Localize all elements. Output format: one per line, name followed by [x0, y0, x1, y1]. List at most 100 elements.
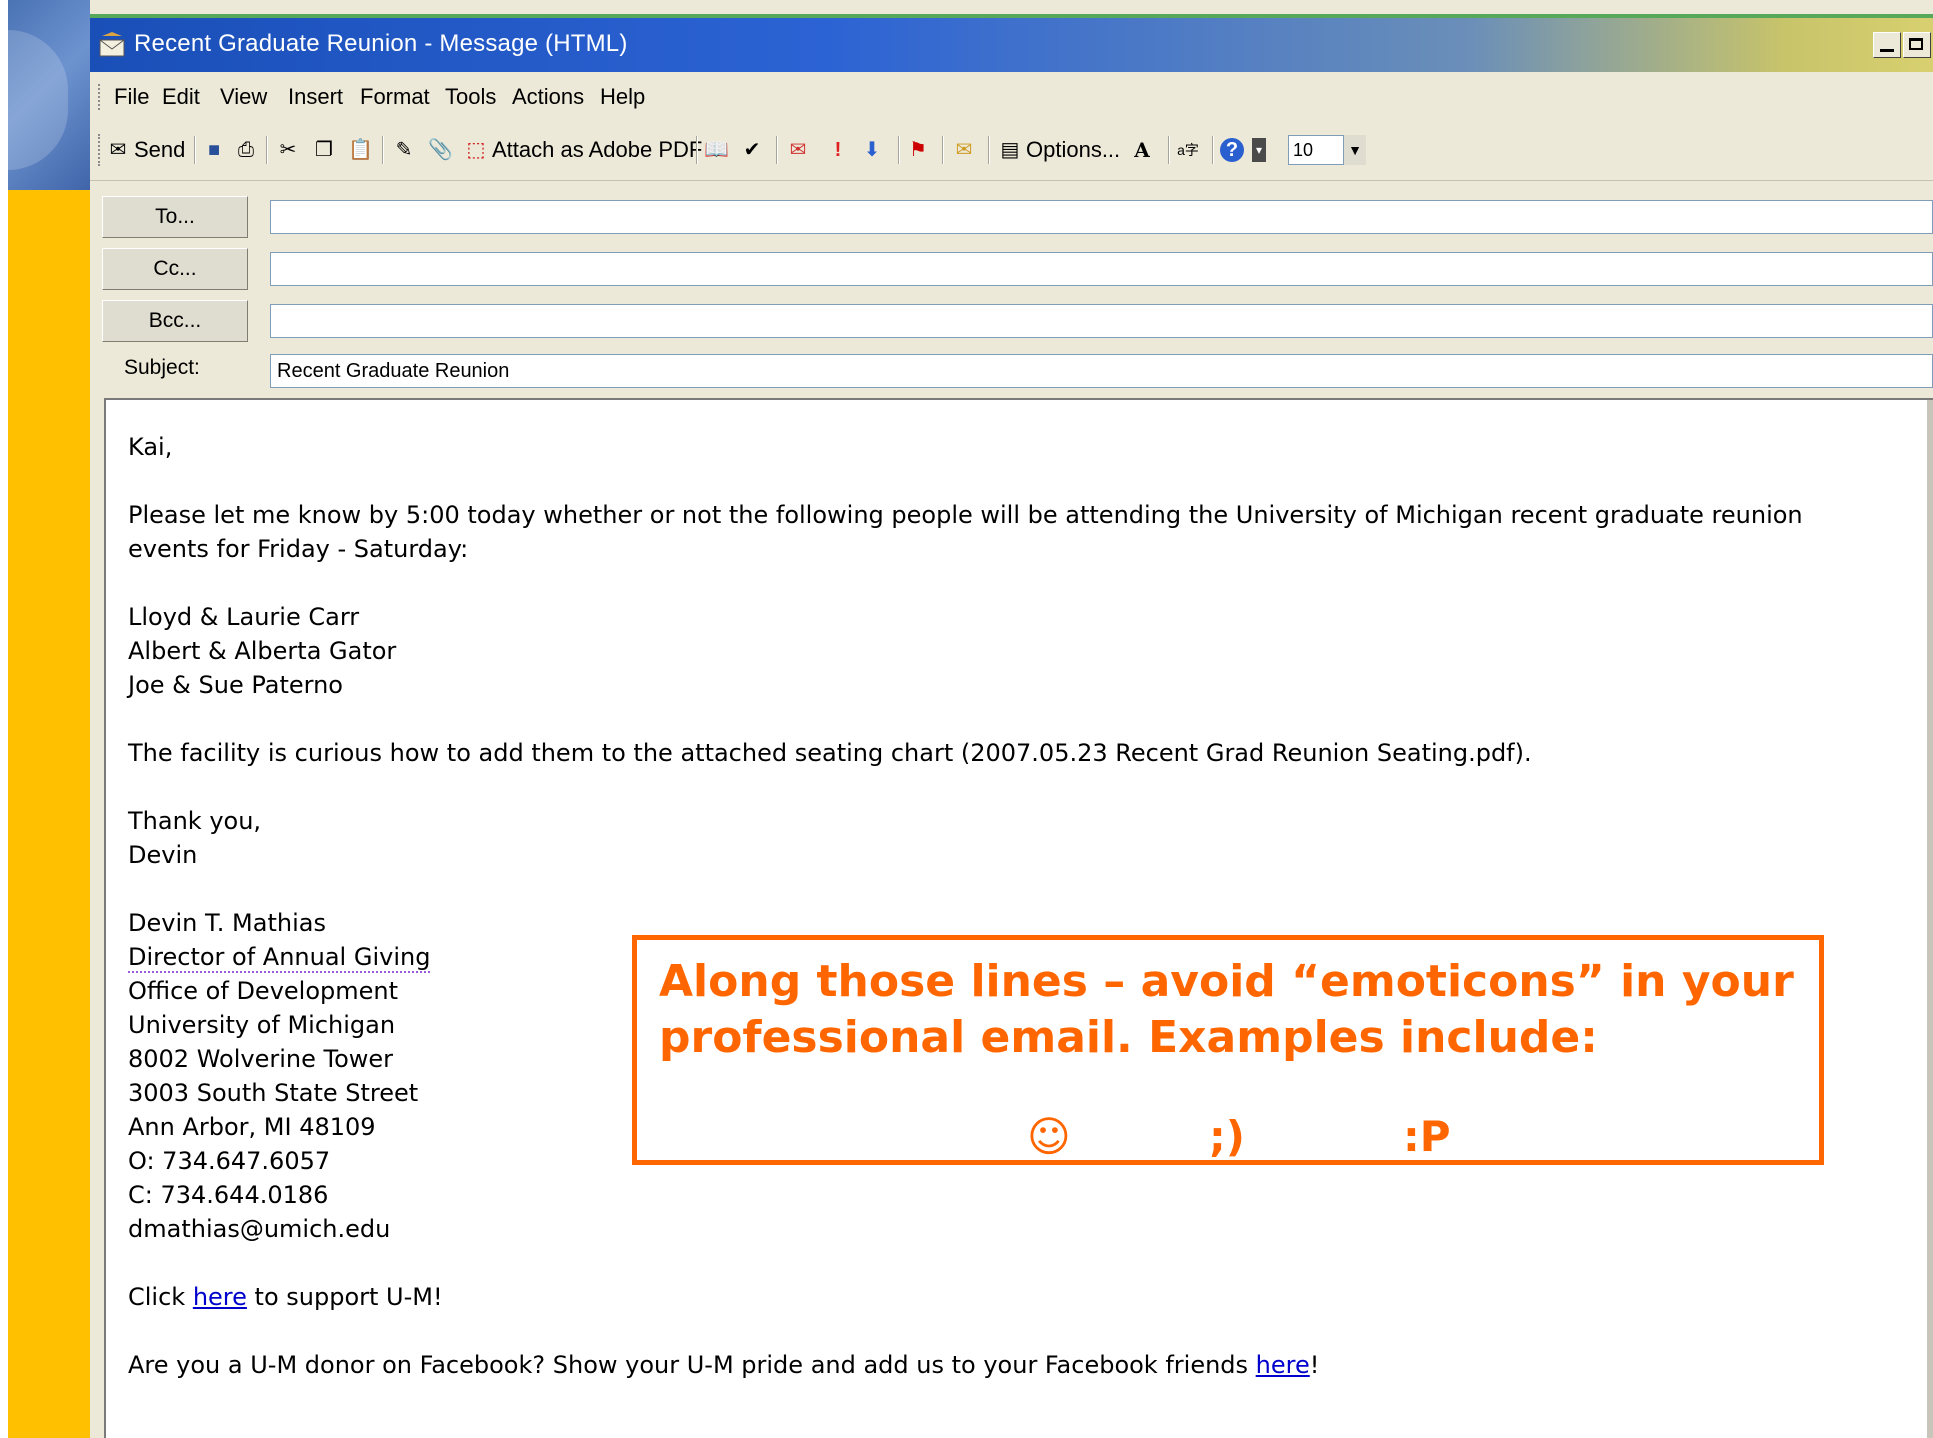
- cc-button[interactable]: Cc...: [102, 248, 248, 290]
- menubar-grip[interactable]: [98, 84, 103, 110]
- vertical-scrollbar[interactable]: [1927, 400, 1933, 1438]
- menu-file[interactable]: File: [114, 84, 149, 110]
- address-book-button[interactable]: 📖: [704, 134, 729, 166]
- bcc-field[interactable]: [270, 304, 1933, 338]
- menu-help[interactable]: Help: [600, 84, 645, 110]
- toolbar-overflow-button[interactable]: ▾: [1252, 134, 1266, 166]
- copy-icon: ❐: [315, 139, 333, 161]
- translate-button[interactable]: a字: [1176, 134, 1200, 166]
- print-icon: ⎙: [238, 139, 254, 161]
- emoticon-tongue: :P: [1403, 1112, 1451, 1161]
- low-importance-button[interactable]: ⬇: [860, 134, 884, 166]
- support-link[interactable]: here: [193, 1283, 247, 1311]
- print-button[interactable]: ⎙: [234, 134, 258, 166]
- edit-button[interactable]: ✎: [392, 134, 416, 166]
- send-label: Send: [134, 137, 186, 162]
- toolbar-separator: [194, 136, 196, 164]
- standard-toolbar: ✉ Send ■ ⎙ ✂ ❐ 📋 ✎ 📎 ⬚ Attach as Adobe P…: [90, 122, 1933, 181]
- high-importance-button[interactable]: !: [826, 134, 850, 166]
- message-body[interactable]: Kai, Please let me know by 5:00 today wh…: [104, 398, 1933, 1438]
- check-names-button[interactable]: ✔: [740, 134, 764, 166]
- copy-button[interactable]: ❐: [312, 134, 336, 166]
- toolbar-separator: [988, 136, 990, 164]
- message-envelope-icon: [99, 32, 125, 57]
- callout-message: Along those lines – avoid “emoticons” in…: [659, 956, 1794, 1063]
- facebook-suffix: !: [1309, 1351, 1320, 1379]
- attach-file-button[interactable]: 📎: [428, 134, 453, 166]
- translate-icon: a字: [1177, 142, 1199, 158]
- permissions-button[interactable]: ✉: [952, 134, 976, 166]
- support-suffix: to support U-M!: [246, 1283, 443, 1311]
- toolbar-separator: [266, 136, 268, 164]
- cut-button[interactable]: ✂: [276, 134, 300, 166]
- font-size-value: 10: [1288, 135, 1344, 165]
- options-label: Options...: [1026, 137, 1121, 162]
- minimize-icon: [1880, 49, 1894, 52]
- attendee-item: Lloyd & Laurie Carr: [128, 603, 360, 631]
- facebook-link[interactable]: here: [1256, 1351, 1310, 1379]
- emoticon-callout-box: Along those lines – avoid “emoticons” in…: [632, 935, 1824, 1165]
- signature-icon: ✉: [789, 139, 807, 161]
- font-size-select[interactable]: 10 ▼: [1288, 134, 1366, 166]
- message-window: Recent Graduate Reunion - Message (HTML)…: [90, 0, 1933, 1438]
- help-button[interactable]: ?: [1220, 134, 1244, 166]
- toolbar-separator: [898, 136, 900, 164]
- toolbar-separator: [382, 136, 384, 164]
- help-icon: ?: [1220, 138, 1244, 162]
- attach-pdf-button[interactable]: ⬚ Attach as Adobe PDF: [464, 134, 703, 166]
- menu-insert[interactable]: Insert: [288, 84, 343, 110]
- attendee-list: Lloyd & Laurie Carr Albert & Alberta Gat…: [128, 600, 1888, 702]
- font-grow-button[interactable]: A: [1130, 134, 1154, 166]
- high-importance-icon: !: [834, 139, 842, 161]
- subject-field[interactable]: Recent Graduate Reunion: [270, 354, 1933, 388]
- menu-bar: File Edit View Insert Format Tools Actio…: [90, 72, 1933, 122]
- menu-view[interactable]: View: [220, 84, 267, 110]
- chevron-down-icon[interactable]: ▼: [1344, 135, 1366, 165]
- send-button[interactable]: ✉ Send: [106, 134, 186, 166]
- paste-icon: 📋: [348, 139, 373, 161]
- signature-button[interactable]: ✉: [786, 134, 810, 166]
- swoosh-decoration: [0, 30, 68, 170]
- emoticon-smiley: ☺: [1027, 1112, 1071, 1161]
- toolbar-separator: [1212, 136, 1214, 164]
- follow-up-button[interactable]: ⚑: [906, 134, 930, 166]
- to-button[interactable]: To...: [102, 196, 248, 238]
- check-names-icon: ✔: [743, 139, 761, 161]
- facebook-line: Are you a U-M donor on Facebook? Show yo…: [128, 1348, 1888, 1382]
- menu-tools[interactable]: Tools: [445, 84, 496, 110]
- slide-corner-graphic: [0, 0, 90, 195]
- closing-block: Thank you, Devin: [128, 804, 1888, 872]
- save-button[interactable]: ■: [202, 134, 226, 166]
- title-bar[interactable]: Recent Graduate Reunion - Message (HTML): [90, 14, 1933, 76]
- pdf-icon: ⬚: [466, 139, 486, 161]
- toolbar-grip[interactable]: [98, 134, 103, 166]
- attendee-item: Albert & Alberta Gator: [128, 637, 397, 665]
- to-field[interactable]: [270, 200, 1933, 234]
- bcc-button[interactable]: Bcc...: [102, 300, 248, 342]
- send-icon: ✉: [109, 139, 127, 161]
- support-line: Click here to support U-M!: [128, 1280, 1888, 1314]
- options-button[interactable]: ▤ Options...: [998, 134, 1121, 166]
- cc-field[interactable]: [270, 252, 1933, 286]
- message-body-text[interactable]: Kai, Please let me know by 5:00 today wh…: [128, 430, 1888, 1416]
- options-icon: ▤: [1000, 139, 1020, 161]
- toolbar-separator: [1168, 136, 1170, 164]
- slide-side-bar: [8, 190, 90, 1438]
- menu-format[interactable]: Format: [360, 84, 430, 110]
- body-paragraph-seating: The facility is curious how to add them …: [128, 739, 1532, 767]
- paperclip-icon: 📎: [428, 139, 453, 161]
- font-grow-icon: A: [1134, 138, 1150, 162]
- scissors-icon: ✂: [279, 139, 297, 161]
- greeting: Kai,: [128, 433, 173, 461]
- signature-cell-phone: C: 734.644.0186: [128, 1181, 329, 1209]
- attach-pdf-label: Attach as Adobe PDF: [492, 137, 703, 162]
- maximize-button[interactable]: [1903, 32, 1931, 58]
- permission-icon: ✉: [955, 139, 973, 161]
- closing: Thank you,: [128, 807, 262, 835]
- paste-button[interactable]: 📋: [348, 134, 373, 166]
- minimize-button[interactable]: [1873, 32, 1901, 58]
- menu-actions[interactable]: Actions: [512, 84, 584, 110]
- menu-edit[interactable]: Edit: [162, 84, 200, 110]
- flag-icon: ⚑: [909, 139, 927, 161]
- toolbar-separator: [696, 136, 698, 164]
